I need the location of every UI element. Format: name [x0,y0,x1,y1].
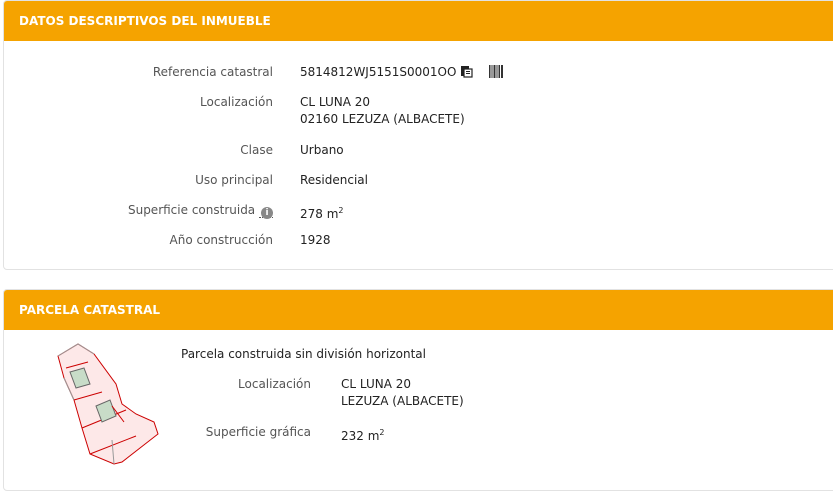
parcela-catastral-header: PARCELA CATASTRAL [4,290,833,330]
parcela-subtitle: Parcela construida sin división horizont… [181,347,426,361]
uso-principal-label: Uso principal [195,173,273,187]
ano-construccion-label: Año construcción [169,233,274,247]
parcela-localizacion-value: CL LUNA 20 LEZUZA (ALBACETE) [341,376,464,410]
clase-label: Clase [240,143,273,157]
superficie-construida-value: 278 m2 [300,202,344,223]
datos-descriptivos-header: DATOS DESCRIPTIVOS DEL INMUEBLE [4,1,833,41]
localizacion-value: CL LUNA 20 02160 LEZUZA (ALBACETE) [300,94,465,128]
copy-icon[interactable] [460,65,473,83]
superficie-grafica-number: 232 m [341,429,380,443]
superficie-construida-label: Superficie construida i [13,202,273,219]
info-icon-wrap[interactable]: i [259,203,273,219]
barcode-icon[interactable] [489,65,504,83]
datos-descriptivos-panel: DATOS DESCRIPTIVOS DEL INMUEBLE Referenc… [3,0,833,270]
superficie-grafica-unit-sup: 2 [379,428,385,437]
ano-construccion-value: 1928 [300,233,331,247]
localizacion-line1: CL LUNA 20 [300,95,371,109]
referencia-catastral-value: 5814812WJ5151S0001OO [300,64,504,83]
referencia-catastral-label: Referencia catastral [152,65,273,79]
superficie-grafica-label: Superficie gráfica [205,425,311,439]
localizacion-label: Localización [200,95,273,109]
referencia-catastral-text: 5814812WJ5151S0001OO [300,65,457,79]
uso-principal-value: Residencial [300,173,368,187]
info-icon[interactable]: i [261,207,273,219]
parcela-localizacion-line2: LEZUZA (ALBACETE) [341,394,464,408]
parcela-localizacion-label: Localización [238,377,311,391]
parcela-localizacion-line1: CL LUNA 20 [341,377,412,391]
localizacion-line2: 02160 LEZUZA (ALBACETE) [300,112,465,126]
superficie-grafica-value: 232 m2 [341,424,385,445]
superficie-construida-number: 278 m [300,207,339,221]
superficie-construida-text: Superficie construida [127,203,256,217]
parcela-catastral-panel: PARCELA CATASTRAL Parcela construida sin… [3,289,833,491]
clase-value: Urbano [300,143,344,157]
superficie-construida-unit-sup: 2 [338,206,344,215]
parcel-map-image[interactable] [54,342,166,470]
